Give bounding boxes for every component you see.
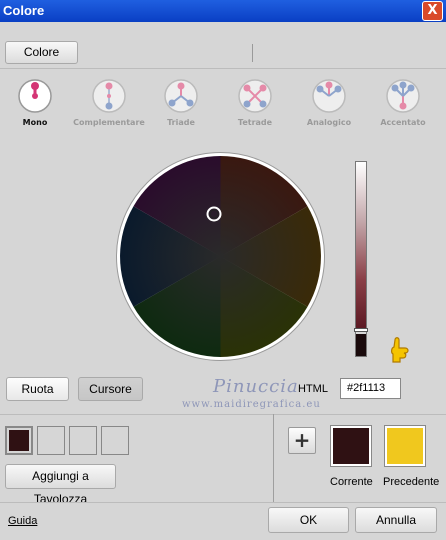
brightness-handle[interactable]: [354, 328, 368, 332]
previous-color-swatch[interactable]: [384, 425, 426, 467]
watermark-site: www.maidiregrafica.eu: [182, 399, 321, 410]
mode-label: Triade: [167, 118, 195, 127]
brightness-current: [356, 334, 366, 356]
current-label: Corrente: [330, 476, 373, 488]
accentato-icon: [386, 79, 420, 113]
divider-vertical: [273, 414, 274, 502]
brightness-gradient: [356, 162, 366, 330]
current-color-swatch: [330, 425, 372, 467]
palette-swatch[interactable]: [37, 426, 65, 455]
mode-label: Accentato: [380, 118, 426, 127]
add-to-palette-button[interactable]: Aggiungi a Tavolozza: [5, 464, 116, 506]
title-bar: Colore X: [0, 0, 446, 22]
colore-tab-button[interactable]: Colore: [5, 41, 78, 64]
brightness-slider[interactable]: [354, 161, 368, 357]
mode-label: Tetrade: [237, 118, 273, 127]
mode-label: Analogico: [306, 118, 352, 127]
mode-label: Mono: [22, 118, 48, 127]
cancel-button[interactable]: Annulla: [355, 507, 437, 533]
mode-tetrade[interactable]: Tetrade: [215, 78, 295, 127]
analogico-icon: [312, 79, 346, 113]
mode-accentato[interactable]: Accentato: [363, 78, 443, 127]
mode-triade[interactable]: Triade: [141, 78, 221, 127]
mode-complementare[interactable]: Complementare: [69, 78, 149, 127]
mode-mono[interactable]: Mono: [0, 78, 75, 127]
palette-swatch[interactable]: [101, 426, 129, 455]
divider-middle: [0, 414, 446, 415]
tetrade-icon: [238, 79, 272, 113]
previous-label: Precedente: [383, 476, 440, 488]
cursore-button[interactable]: Cursore: [78, 377, 143, 401]
html-hex-input[interactable]: #2f1113: [340, 378, 401, 399]
ruota-button[interactable]: Ruota: [6, 377, 69, 401]
triade-icon: [164, 79, 198, 113]
divider-bottom: [0, 502, 446, 503]
mode-label: Complementare: [73, 118, 145, 127]
plus-button[interactable]: +: [288, 427, 316, 454]
mode-analogico[interactable]: Analogico: [289, 78, 369, 127]
color-wheel-graphic: [116, 152, 325, 361]
palette-swatch[interactable]: [5, 426, 33, 455]
html-label: HTML: [298, 383, 328, 395]
window-title: Colore: [3, 3, 45, 18]
color-wheel[interactable]: [115, 151, 326, 362]
palette-swatch[interactable]: [69, 426, 97, 455]
pointer-hand-icon: [391, 337, 409, 363]
watermark-name: Pinuccia: [213, 376, 299, 397]
mono-icon: [18, 79, 52, 113]
help-link[interactable]: Guida: [8, 515, 37, 527]
close-button[interactable]: X: [422, 1, 443, 21]
complementare-icon: [92, 79, 126, 113]
ok-button[interactable]: OK: [268, 507, 349, 533]
toolbar-separator: [252, 44, 253, 62]
divider-top: [0, 68, 446, 69]
